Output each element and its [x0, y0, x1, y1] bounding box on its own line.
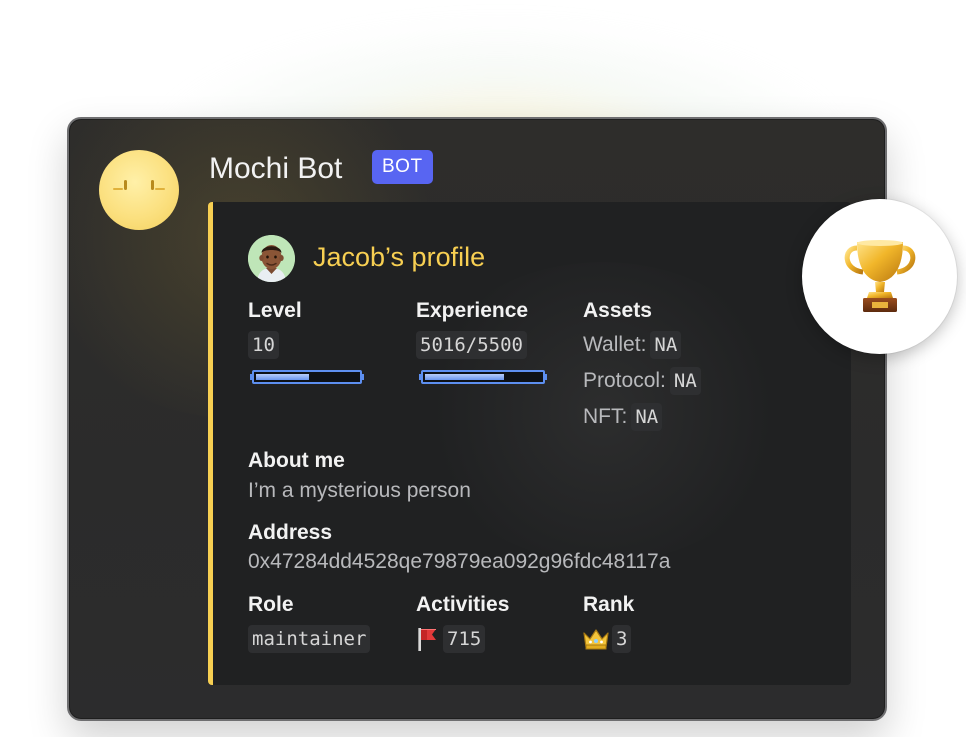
level-progress-bar	[250, 370, 364, 384]
avatar-left-eye	[124, 180, 127, 190]
asset-protocol-value: NA	[669, 367, 701, 395]
level-label: Level	[248, 299, 302, 322]
asset-nft-value: NA	[631, 403, 663, 431]
asset-wallet: Wallet: NA	[583, 331, 682, 359]
experience-label: Experience	[416, 299, 529, 322]
level-value: 10	[248, 331, 279, 359]
asset-nft-key: NFT:	[583, 405, 628, 428]
rank-label: Rank	[583, 593, 635, 616]
activities-row: 715	[415, 625, 486, 653]
avatar-right-eye	[151, 180, 154, 190]
rank-value: 3	[612, 625, 632, 653]
flag-icon	[418, 628, 436, 651]
activities-label: Activities	[416, 593, 510, 616]
embed-title: Jacob’s profile	[313, 242, 486, 272]
asset-nft: NFT: NA	[583, 403, 663, 431]
experience-progress-fill	[425, 374, 504, 380]
asset-protocol-key: Protocol:	[583, 369, 666, 392]
rank-row: 3	[582, 625, 632, 653]
profile-embed	[208, 202, 851, 685]
about-value: I’m a mysterious person	[248, 479, 471, 502]
trophy-icon	[844, 239, 915, 312]
bot-badge: BOT	[372, 150, 433, 184]
asset-wallet-key: Wallet:	[583, 333, 647, 356]
level-progress-fill	[256, 374, 309, 380]
address-label: Address	[248, 521, 333, 544]
bot-avatar[interactable]	[99, 150, 179, 230]
crown-icon	[583, 629, 609, 650]
experience-value: 5016/5500	[416, 331, 527, 359]
asset-protocol: Protocol: NA	[583, 367, 701, 395]
address-value[interactable]: 0x47284dd4528qe79879ea092g96fdc48117a	[248, 548, 670, 576]
experience-progress-bar	[419, 370, 547, 384]
avatar-right-cheek	[155, 188, 165, 190]
role-label: Role	[248, 593, 294, 616]
profile-avatar	[248, 235, 295, 282]
avatar-left-cheek	[113, 188, 123, 190]
activities-value: 715	[443, 625, 486, 653]
memoji-avatar-icon	[248, 235, 295, 282]
assets-label: Assets	[583, 299, 652, 322]
asset-wallet-value: NA	[650, 331, 682, 359]
role-value: maintainer	[248, 625, 371, 653]
about-label: About me	[248, 449, 345, 472]
trophy-badge	[802, 199, 957, 354]
author-name[interactable]: Mochi Bot	[209, 151, 342, 187]
